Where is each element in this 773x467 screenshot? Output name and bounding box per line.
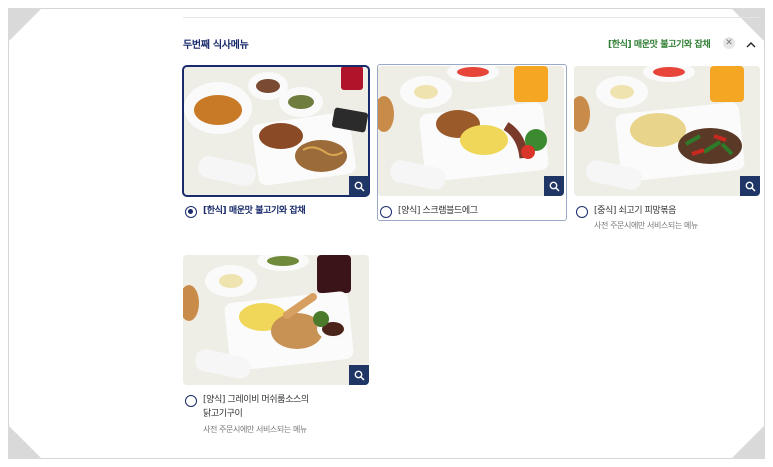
meal-option-label[interactable]: [양식] 그레이비 머쉬룸소스의 [203,394,309,407]
preorder-only-note: 사전 주문시에만 서비스되는 메뉴 [594,221,698,230]
magnifier-icon[interactable] [544,176,564,196]
meal-option-radio[interactable] [576,206,588,218]
meal-image-scrambled-egg[interactable] [378,66,564,196]
chevron-up-icon[interactable] [745,36,757,48]
meal-image-bulgogi-japchae[interactable] [182,65,370,197]
meal-option-label[interactable]: [중식] 쇠고기 피망볶음 [594,205,676,218]
meal-image-roast-chicken[interactable] [183,255,369,385]
magnifier-icon[interactable] [740,176,760,196]
meal-option-label[interactable]: [양식] 스크램블드에그 [398,205,478,218]
bulgogi-japchae-meal-photo [183,66,369,196]
corner-fold-decoration [8,425,42,459]
meal-option-radio[interactable] [185,206,197,218]
section-title: 두번째 식사메뉴 [183,40,249,51]
close-icon[interactable]: ✕ [723,37,735,49]
magnifier-icon[interactable] [349,365,369,385]
roast-chicken-mushroom-gravy-meal-photo [183,255,369,385]
corner-fold-decoration [8,8,42,42]
scrambled-egg-meal-photo [378,66,564,196]
preorder-only-note: 사전 주문시에만 서비스되는 메뉴 [203,425,307,434]
section-divider [183,17,761,18]
meal-option-label[interactable]: [한식] 매운맛 불고기와 잡채 [203,205,306,218]
meal-image-beef-pepper[interactable] [574,66,760,196]
meal-option-radio[interactable] [380,206,392,218]
meal-option-label-line2[interactable]: 닭고기구이 [203,408,243,421]
magnifier-icon[interactable] [349,176,369,196]
selected-meal-summary: [한식] 매운맛 불고기와 잡채 [608,40,711,50]
meal-option-radio[interactable] [185,395,197,407]
corner-fold-decoration [731,425,765,459]
beef-pepper-stirfry-meal-photo [574,66,760,196]
